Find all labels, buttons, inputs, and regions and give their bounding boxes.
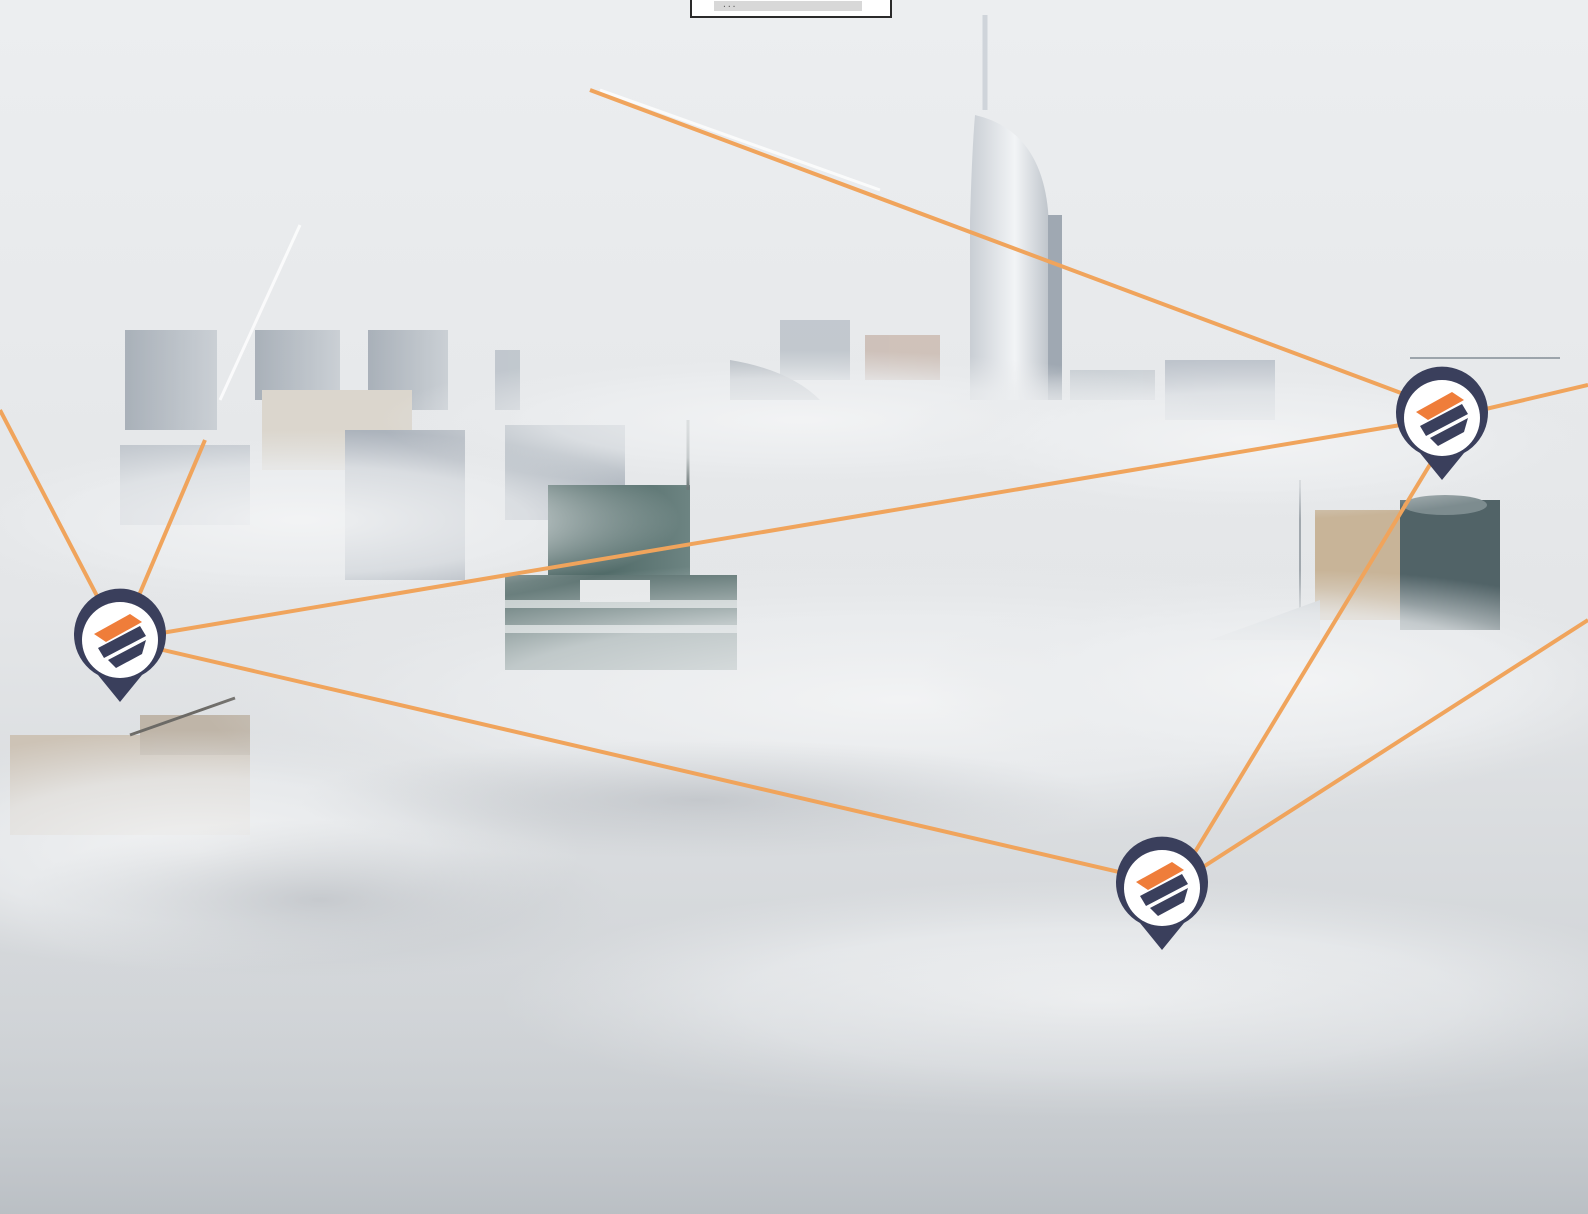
fog-layer: [0, 350, 1588, 1214]
top-text-box-field: ...: [714, 1, 862, 11]
foggy-city-network-scene: [0, 0, 1588, 1214]
top-text-box[interactable]: ...: [690, 0, 892, 18]
